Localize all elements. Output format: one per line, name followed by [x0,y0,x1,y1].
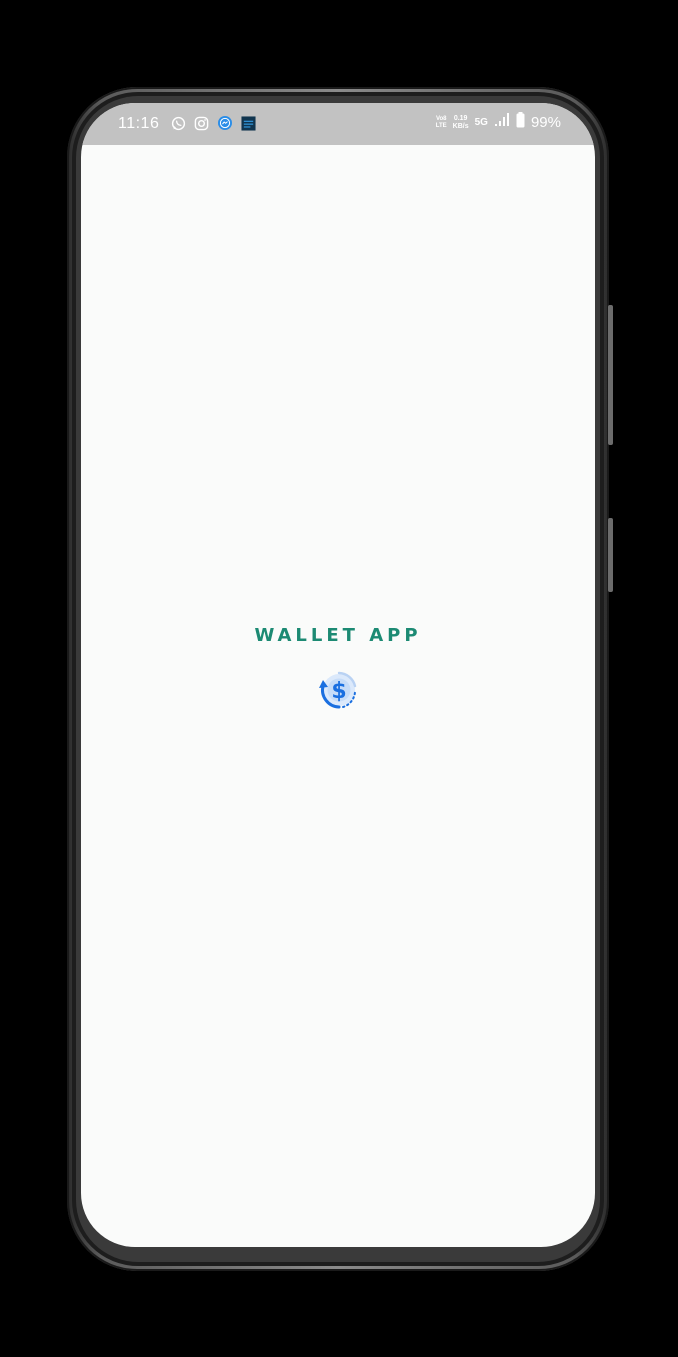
status-indicators: Vo8 LTE 0.19 KB/s 5G 99% [436,112,561,133]
app-notification-icon [241,115,256,131]
signal-icon [494,113,510,132]
battery-icon [516,112,525,133]
volume-button [608,305,613,445]
device-stage: 11:16 Vo8 LTE 0.19 KB/s 5G 99% WALLET AP… [0,0,678,1357]
svg-text:$: $ [331,679,346,704]
status-time: 11:16 [118,115,160,132]
network-speed-unit: KB/s [452,122,469,130]
network-speed: 0.19 KB/s [453,115,469,131]
dollar-exchange-icon: $ [310,664,368,716]
instagram-icon [194,116,209,131]
battery-percent: 99% [530,114,561,131]
screen: 11:16 Vo8 LTE 0.19 KB/s 5G 99% WALLET AP… [81,103,595,1247]
volte-indicator: Vo8 LTE [436,116,447,130]
notification-icons [171,115,256,131]
status-bar: 11:16 Vo8 LTE 0.19 KB/s 5G 99% [81,103,595,145]
splash-title: WALLET APP [254,625,422,646]
network-type: 5G [474,117,488,128]
volte-line2: LTE [435,122,447,129]
messenger-icon [217,115,233,131]
whatsapp-icon [171,116,186,131]
volte-line1: Vo8 [435,115,447,122]
network-speed-value: 0.19 [453,114,468,122]
power-button [608,518,613,592]
